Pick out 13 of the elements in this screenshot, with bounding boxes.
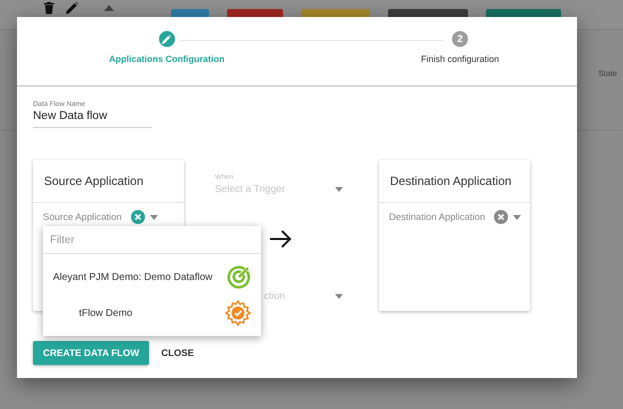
destination-select[interactable]: Destination Application: [379, 203, 530, 224]
card-title: Destination Application: [379, 160, 530, 203]
step-label[interactable]: Applications Configuration: [109, 54, 224, 64]
card-title: Source Application: [33, 160, 184, 203]
dropdown-option[interactable]: tFlow Demo: [53, 308, 132, 318]
create-button[interactable]: CREATE DATA FLOW: [33, 341, 150, 365]
filter-field[interactable]: Filter: [43, 226, 261, 254]
close-button[interactable]: CLOSE: [159, 348, 196, 358]
step-label[interactable]: Finish configuration: [420, 54, 499, 64]
source-select[interactable]: Source Application: [33, 203, 184, 224]
column-header: State: [598, 69, 617, 78]
step-number: 2: [452, 31, 468, 47]
dropdown-option[interactable]: Aleyant PJM Demo: Demo Dataflow: [53, 272, 213, 282]
